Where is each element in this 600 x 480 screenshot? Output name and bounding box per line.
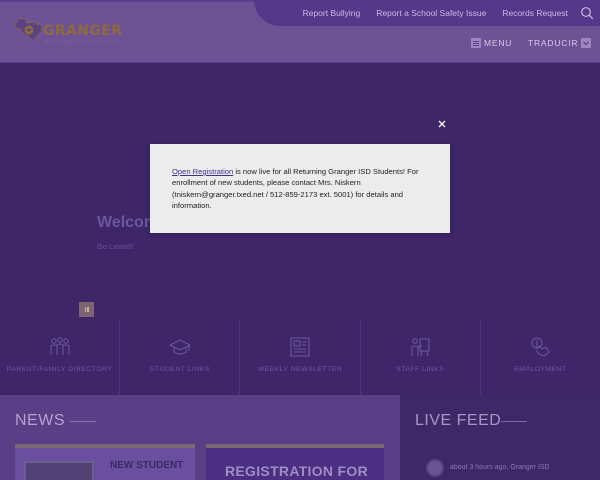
quick-link-label: EMPLOYMENT: [514, 366, 567, 373]
chevron-down-icon: [581, 38, 592, 48]
news-divider: [70, 421, 96, 422]
open-registration-link[interactable]: Open Registration: [172, 167, 233, 176]
quick-link-staff-links[interactable]: STAFF LINKS: [361, 320, 481, 395]
logo-text: GRANGER: [43, 23, 123, 39]
hamburger-icon: [471, 38, 481, 48]
announcement-dialog: Open Registration is now live for all Re…: [150, 144, 450, 233]
avatar: [426, 459, 444, 477]
report-safety-issue-link[interactable]: Report a School Safety Issue: [376, 8, 486, 18]
family-icon: [50, 337, 70, 355]
hero-title: Welcom: [97, 214, 159, 231]
quick-link-label: STUDENT LINKS: [149, 366, 210, 373]
pause-icon: [84, 307, 86, 312]
utility-links: Report Bullying Report a School Safety I…: [287, 0, 594, 26]
pause-slideshow-button[interactable]: [79, 302, 94, 317]
newspaper-icon: [290, 337, 310, 357]
translate-button[interactable]: TRADUCIR: [528, 38, 592, 48]
menu-label: MENU: [484, 38, 513, 48]
news-card-headline: REGISTRATION FOR: [225, 463, 368, 479]
site-header: Report Bullying Report a School Safety I…: [0, 0, 600, 62]
news-card-headline: NEW STUDENT: [110, 460, 184, 471]
announcement-text: Open Registration is now live for all Re…: [172, 166, 430, 211]
quick-link-label: STAFF LINKS: [396, 366, 445, 373]
live-feed-divider: [501, 421, 527, 422]
search-icon[interactable]: [580, 6, 594, 20]
quick-link-label: PARENT/FAMILY DIRECTORY: [6, 366, 113, 373]
hand-pointer-icon: [531, 337, 551, 357]
news-card-thumbnail: [24, 461, 94, 480]
quick-link-student-links[interactable]: STUDENT LINKS: [120, 320, 241, 395]
staff-board-icon: [411, 338, 430, 357]
live-feed-heading: LIVE FEED: [415, 412, 502, 429]
live-feed-section: LIVE FEED about 3 hours ago, Granger ISD: [400, 395, 600, 480]
graduation-cap-icon: [168, 339, 191, 355]
quick-link-employment[interactable]: EMPLOYMENT: [481, 320, 600, 395]
quick-link-label: WEEKLY NEWSLETTER: [257, 366, 343, 373]
live-feed-post-meta[interactable]: about 3 hours ago, Granger ISD: [450, 464, 550, 471]
news-card-new-student[interactable]: NEW STUDENT: [15, 444, 195, 480]
close-icon[interactable]: [436, 118, 448, 130]
news-section: NEWS NEW STUDENT REGISTRATION FOR: [0, 395, 400, 480]
menu-button[interactable]: MENU: [471, 38, 512, 48]
quick-link-weekly-newsletter[interactable]: WEEKLY NEWSLETTER: [240, 320, 361, 395]
hero-subtitle: Go Lions!!!: [97, 242, 134, 251]
quick-links-bar: PARENT/FAMILY DIRECTORY STUDENT LINKS WE…: [0, 320, 600, 395]
news-heading: NEWS: [15, 412, 65, 429]
news-card-registration[interactable]: REGISTRATION FOR: [206, 444, 384, 480]
translate-label: TRADUCIR: [528, 38, 579, 48]
report-bullying-link[interactable]: Report Bullying: [303, 8, 361, 18]
records-request-link[interactable]: Records Request: [502, 8, 568, 18]
logo-subtitle: INDEPENDENT SCHOOL DISTRICT: [44, 39, 119, 44]
quick-link-parent-directory[interactable]: PARENT/FAMILY DIRECTORY: [0, 320, 121, 395]
